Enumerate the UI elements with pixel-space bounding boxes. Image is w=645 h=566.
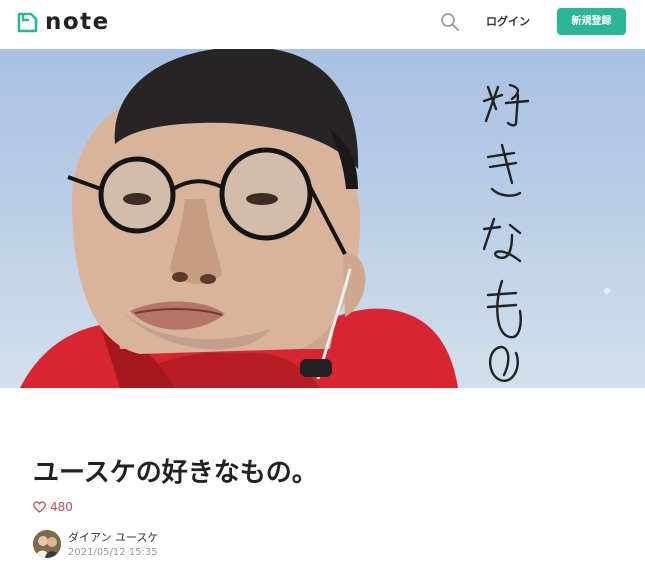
site-header: note ログイン 新規登録 [0,0,645,48]
eyecatch-photo [0,49,645,388]
author-name[interactable]: ダイアン ユースケ [68,531,159,545]
handwritten-caption [482,83,530,382]
author-info: ダイアン ユースケ 2021/05/12 15:35 [33,530,233,562]
article-title: ユースケの好きなもの。 [33,458,318,488]
avatar-image[interactable] [33,530,61,558]
like-count: 480 [50,500,73,514]
heart-icon [33,498,46,517]
post-date: 2021/05/12 15:35 [68,547,158,558]
like-button[interactable]: 480 [33,499,73,515]
logo-text: note [45,9,110,35]
login-link[interactable]: ログイン [486,14,530,30]
search-icon[interactable] [439,11,461,33]
note-logo-icon [17,12,38,33]
signup-button[interactable]: 新規登録 [557,8,626,35]
note-logo[interactable]: note [17,9,110,35]
